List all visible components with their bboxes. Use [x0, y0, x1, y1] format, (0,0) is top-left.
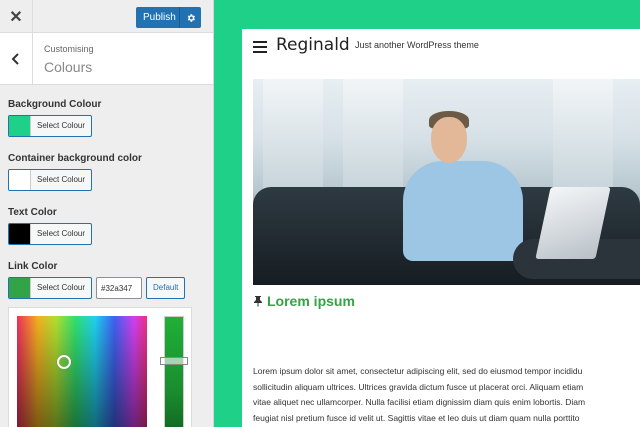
control-background-colour: Background Colour Select Colour — [8, 99, 101, 137]
picker-handle[interactable] — [57, 355, 71, 369]
control-label: Link Color — [8, 261, 58, 272]
select-colour-button[interactable]: Select Colour — [8, 277, 93, 299]
hex-color-input[interactable] — [96, 277, 143, 299]
publish-group: Publish — [136, 7, 201, 28]
colour-swatch — [9, 116, 31, 136]
gear-icon — [187, 13, 195, 22]
control-label: Container background color — [8, 153, 142, 164]
select-colour-button[interactable]: Select Colour — [8, 223, 93, 245]
select-colour-button[interactable]: Select Colour — [8, 115, 93, 137]
select-colour-label: Select Colour — [37, 283, 86, 292]
section-header: Customising Colours — [0, 33, 213, 85]
post-title[interactable]: Lorem ipsum — [253, 293, 355, 309]
control-link-color: Link Color Select Colour Default — [8, 261, 186, 299]
post-line: sollicitudin aliquam ultrices. Ultrices … — [253, 381, 584, 392]
default-button[interactable]: Default — [146, 277, 186, 299]
control-label: Background Colour — [8, 99, 102, 110]
select-colour-label: Select Colour — [37, 121, 86, 130]
colour-picker — [8, 307, 192, 427]
hue-slider-handle[interactable] — [160, 357, 188, 365]
post-line: vitae aliquet nec ullamcorper. Nulla fac… — [253, 397, 586, 407]
colour-swatch — [9, 170, 31, 190]
colour-swatch — [9, 224, 31, 244]
close-button[interactable]: ✕ — [0, 0, 33, 33]
control-container-background: Container background color Select Colour — [8, 153, 142, 191]
featured-image[interactable] — [253, 79, 640, 285]
control-label: Text Color — [8, 207, 57, 218]
menu-icon[interactable] — [253, 41, 267, 56]
post-line: feugiat nisl pretium fusce id velit ut. … — [253, 412, 580, 423]
breadcrumb: Customising — [44, 44, 94, 54]
select-colour-label: Select Colour — [37, 229, 86, 238]
publish-settings-button[interactable] — [179, 7, 201, 28]
select-colour-button[interactable]: Select Colour — [8, 169, 93, 191]
saturation-field[interactable] — [17, 316, 147, 427]
close-icon: ✕ — [9, 8, 23, 26]
back-button[interactable] — [0, 33, 33, 85]
colour-swatch — [9, 278, 31, 298]
publish-button[interactable]: Publish — [136, 7, 179, 28]
hue-slider[interactable] — [164, 316, 184, 427]
post-line: Lorem ipsum dolor sit amet, consectetur … — [253, 366, 583, 376]
customizer-sidebar: ✕ Publish Customising Colours Background… — [0, 0, 214, 427]
select-colour-label: Select Colour — [37, 175, 86, 184]
control-text-color: Text Color Select Colour — [8, 207, 93, 245]
site-title[interactable]: Reginald — [276, 35, 350, 55]
customizer-header: ✕ Publish — [0, 0, 213, 33]
post-excerpt: Lorem ipsum dolor sit amet, consectetur … — [253, 364, 640, 426]
site-preview: Reginald Just another WordPress theme Lo… — [242, 29, 640, 427]
chevron-left-icon — [11, 53, 19, 65]
pin-icon — [254, 296, 262, 307]
site-tagline: Just another WordPress theme — [355, 40, 479, 50]
section-title: Colours — [44, 59, 93, 75]
post-title-text: Lorem ipsum — [267, 293, 355, 309]
